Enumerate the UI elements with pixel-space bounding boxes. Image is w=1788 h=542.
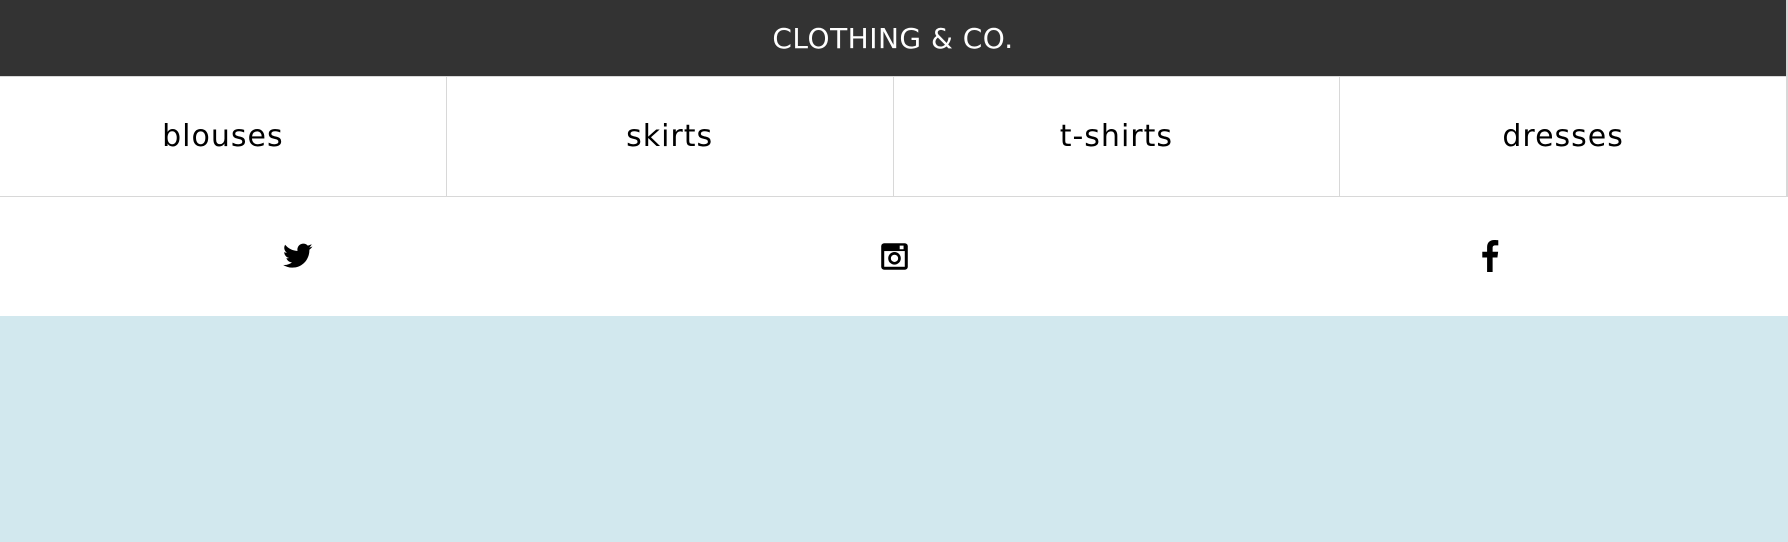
- category-skirts[interactable]: skirts: [447, 77, 894, 196]
- hero-banner: [0, 316, 1788, 542]
- category-t-shirts[interactable]: t-shirts: [894, 77, 1341, 196]
- category-dresses[interactable]: dresses: [1340, 77, 1788, 196]
- twitter-icon: [283, 243, 313, 268]
- twitter-link[interactable]: [0, 197, 596, 315]
- site-header: CLOTHING & CO.: [0, 0, 1788, 76]
- page: CLOTHING & CO. blouses skirts t-shirts d…: [0, 0, 1788, 542]
- social-links: [0, 197, 1788, 315]
- category-nav: blouses skirts t-shirts dresses: [0, 76, 1788, 197]
- instagram-icon: [880, 242, 908, 270]
- facebook-link[interactable]: [1192, 197, 1788, 315]
- category-blouses[interactable]: blouses: [0, 77, 447, 196]
- facebook-icon: [1482, 240, 1499, 272]
- brand-title[interactable]: CLOTHING & CO.: [772, 22, 1013, 55]
- instagram-link[interactable]: [596, 197, 1192, 315]
